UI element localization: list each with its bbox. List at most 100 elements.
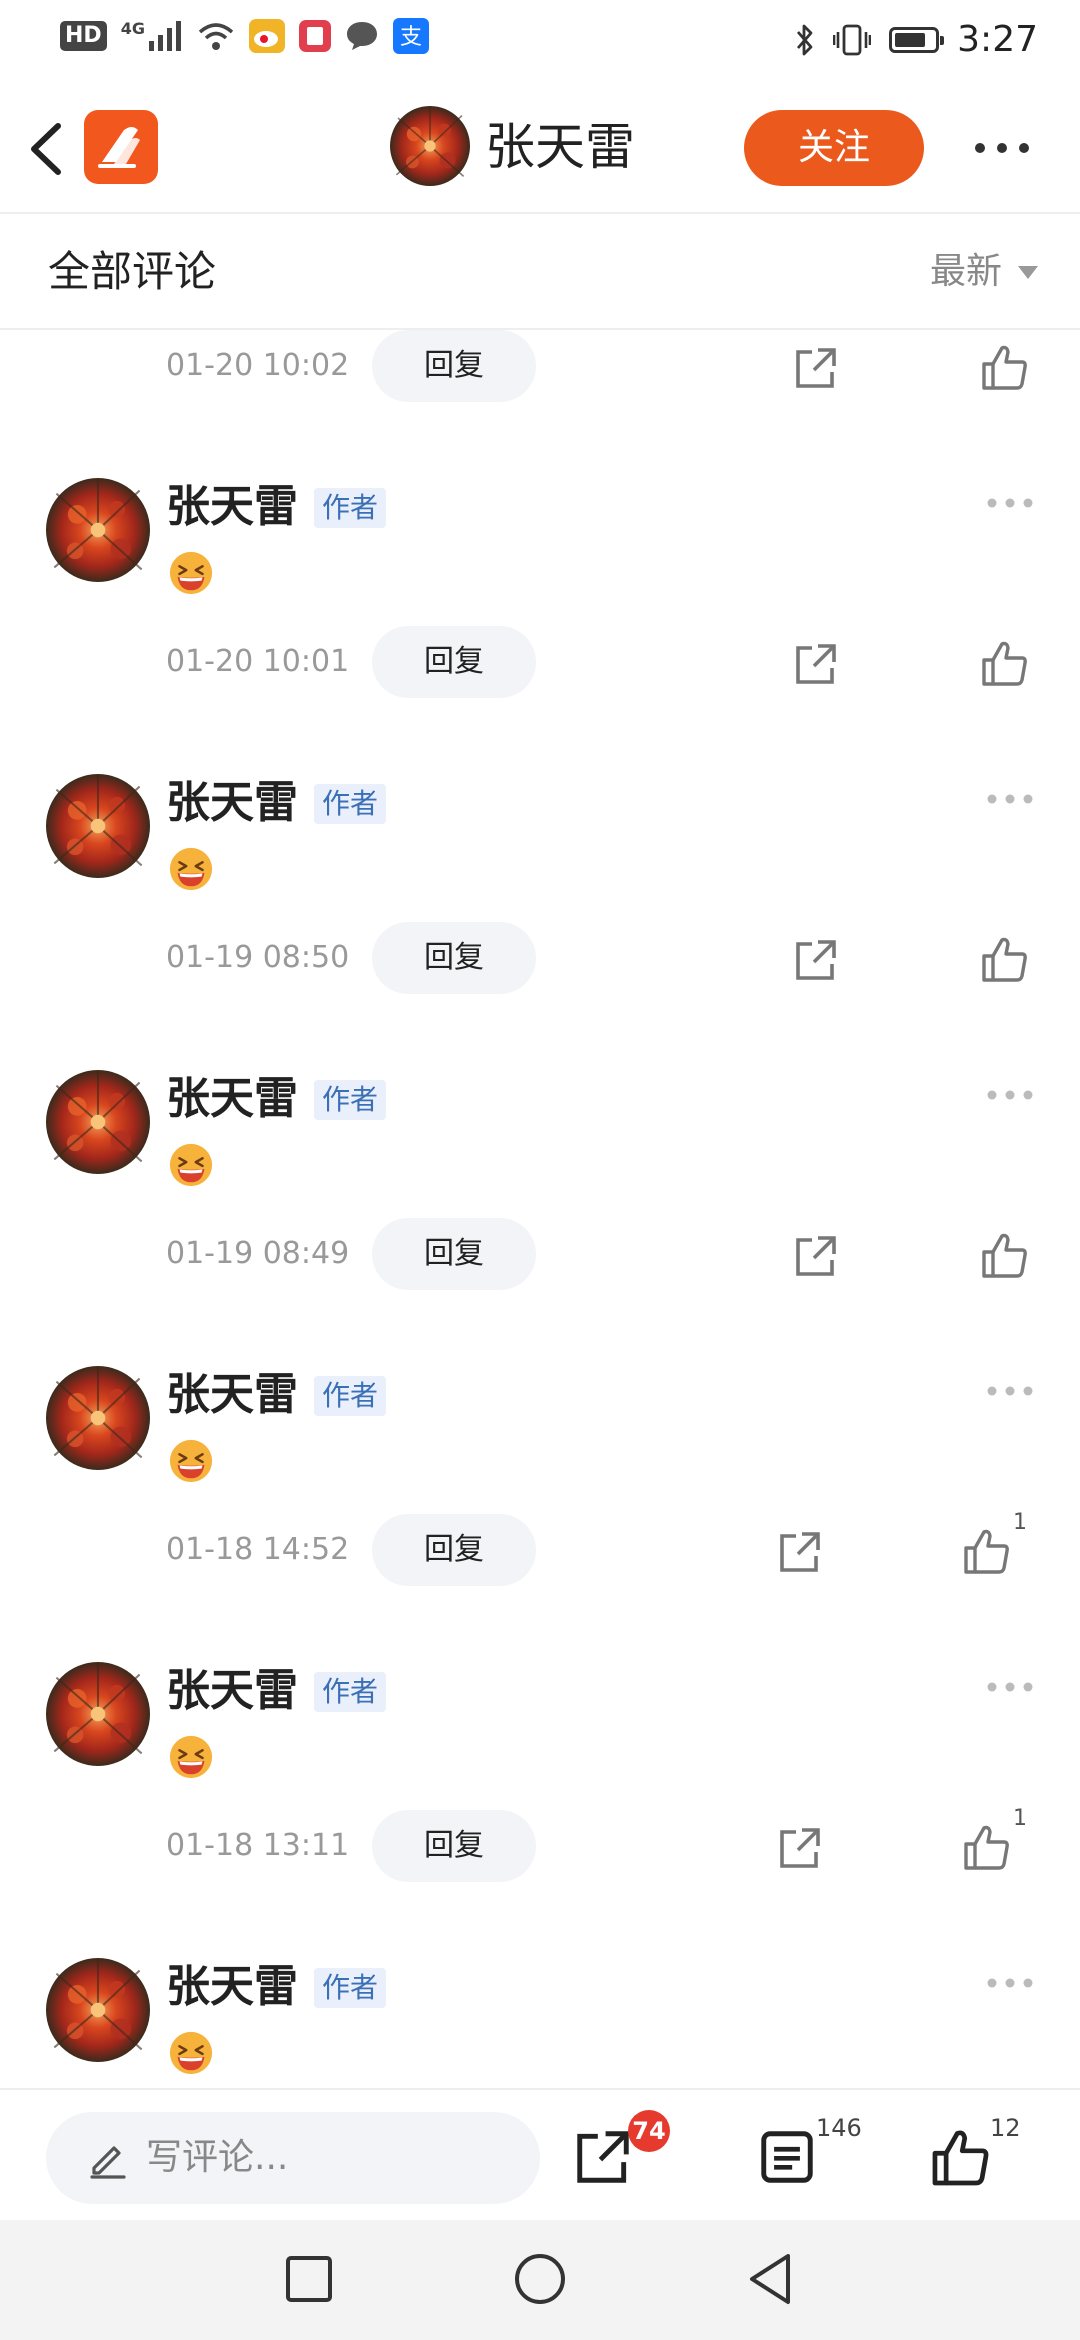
section-title: 全部评论	[48, 247, 217, 296]
svg-text:支: 支	[400, 25, 422, 50]
reply-button[interactable]: 回复	[372, 330, 536, 402]
comment-more-icon[interactable]	[986, 1680, 1034, 1694]
comment-time: 01-18 13:11	[166, 1828, 350, 1863]
commenter-avatar[interactable]	[46, 1958, 150, 2062]
like-icon[interactable]	[980, 934, 1030, 984]
author-badge: 作者	[314, 1376, 387, 1416]
back-nav-icon[interactable]	[740, 2248, 802, 2310]
author-badge: 作者	[314, 784, 387, 824]
share-icon[interactable]	[776, 1528, 824, 1576]
signal-icon: 4G	[121, 21, 183, 51]
like-icon[interactable]	[980, 1230, 1030, 1280]
comments-section-header: 全部评论 最新	[0, 214, 1080, 330]
grinning-squint-emoji-icon	[168, 1142, 214, 1188]
share-count-badge: 74	[628, 2110, 670, 2152]
author-badge: 作者	[314, 1080, 387, 1120]
commenter-name[interactable]: 张天雷	[166, 774, 298, 832]
reply-button[interactable]: 回复	[372, 1514, 536, 1586]
like-icon[interactable]	[980, 342, 1030, 392]
comment-more-icon[interactable]	[986, 1088, 1034, 1102]
comments-list-icon[interactable]	[756, 2126, 818, 2188]
share-icon[interactable]	[792, 344, 840, 392]
vibrate-icon	[833, 24, 872, 56]
recent-apps-icon[interactable]	[278, 2248, 340, 2310]
grinning-squint-emoji-icon	[168, 846, 214, 892]
status-bar: HD 4G 支 3:27	[0, 0, 1080, 84]
author-avatar[interactable]	[390, 106, 470, 186]
bottom-action-bar: 写评论... 74 146 12	[0, 2088, 1080, 2220]
commenter-avatar[interactable]	[46, 478, 150, 582]
share-icon[interactable]	[792, 1232, 840, 1280]
chat-icon	[346, 22, 377, 50]
app-logo-icon	[98, 127, 140, 168]
share-icon[interactable]	[572, 2126, 634, 2188]
comment-list[interactable]: 01-20 10:02 回复 张天雷 作者 01-20 10:01 回复 张天雷…	[0, 330, 1080, 2088]
app-logo[interactable]	[84, 110, 158, 184]
author-badge: 作者	[314, 1672, 387, 1712]
reply-button[interactable]: 回复	[372, 626, 536, 698]
commenter-avatar[interactable]	[46, 1070, 150, 1174]
share-icon[interactable]	[792, 936, 840, 984]
hd-indicator: HD	[60, 21, 107, 51]
commenter-name[interactable]: 张天雷	[166, 478, 298, 536]
comment-meta: 01-20 10:01 回复	[0, 626, 1080, 698]
comment-item: 张天雷 作者 01-20 10:01 回复	[0, 478, 1080, 774]
like-icon[interactable]	[962, 1822, 1012, 1872]
grinning-squint-emoji-icon	[168, 550, 214, 596]
comment-meta: 01-19 08:50 回复	[0, 922, 1080, 994]
caret-down-icon	[1018, 265, 1038, 279]
author-badge: 作者	[314, 1968, 387, 2008]
like-icon[interactable]	[962, 1526, 1012, 1576]
commenter-name[interactable]: 张天雷	[166, 1662, 298, 1720]
like-count: 1	[1013, 1806, 1027, 1831]
write-comment-input[interactable]: 写评论...	[46, 2112, 540, 2204]
sort-label: 最新	[929, 251, 1002, 292]
commenter-name[interactable]: 张天雷	[166, 1958, 298, 2016]
sort-dropdown[interactable]: 最新	[930, 244, 1038, 300]
commenter-avatar[interactable]	[46, 1366, 150, 1470]
like-icon[interactable]	[980, 638, 1030, 688]
reply-button[interactable]: 回复	[372, 1810, 536, 1882]
comment-item: 张天雷 作者 01-19 08:50 回复	[0, 774, 1080, 1070]
follow-button[interactable]: 关注	[744, 110, 924, 186]
commenter-name[interactable]: 张天雷	[166, 1070, 298, 1128]
comment-item: 张天雷 作者	[0, 1958, 1080, 2088]
share-icon[interactable]	[776, 1824, 824, 1872]
clock: 3:27	[957, 19, 1038, 60]
comment-meta: 01-18 14:52 回复 1	[0, 1510, 1080, 1586]
notes-app-icon	[298, 20, 331, 52]
commenter-avatar[interactable]	[46, 774, 150, 878]
commenter-name[interactable]: 张天雷	[166, 1366, 298, 1424]
back-button[interactable]	[20, 116, 76, 182]
reply-button[interactable]: 回复	[372, 1218, 536, 1290]
comment-more-icon[interactable]	[986, 496, 1034, 510]
comment-time: 01-19 08:49	[166, 1236, 350, 1271]
grinning-squint-emoji-icon	[168, 2030, 214, 2076]
alipay-icon: 支	[392, 18, 429, 54]
comment-time: 01-20 10:02	[166, 348, 350, 383]
like-count: 1	[1013, 1510, 1027, 1535]
commenter-avatar[interactable]	[46, 1662, 150, 1766]
home-icon[interactable]	[509, 2248, 571, 2310]
chevron-left-icon	[31, 123, 61, 175]
comment-meta: 01-19 08:49 回复	[0, 1218, 1080, 1290]
reply-button[interactable]: 回复	[372, 922, 536, 994]
grinning-squint-emoji-icon	[168, 1438, 214, 1484]
like-icon[interactable]	[930, 2126, 992, 2188]
battery-icon	[889, 27, 945, 53]
comment-item: 张天雷 作者 01-19 08:49 回复	[0, 1070, 1080, 1366]
author-name[interactable]: 张天雷	[485, 114, 635, 180]
comment-item: 张天雷 作者 01-18 13:11 回复 1	[0, 1662, 1080, 1958]
comment-more-icon[interactable]	[986, 792, 1034, 806]
grinning-squint-emoji-icon	[168, 1734, 214, 1780]
comment-more-icon[interactable]	[986, 1976, 1034, 1990]
share-icon[interactable]	[792, 640, 840, 688]
write-comment-placeholder: 写评论...	[146, 2137, 289, 2178]
comment-time: 01-19 08:50	[166, 940, 350, 975]
more-options-icon[interactable]	[970, 128, 1034, 168]
comment-time: 01-20 10:01	[166, 644, 350, 679]
comment-more-icon[interactable]	[986, 1384, 1034, 1398]
system-navigation-bar	[0, 2220, 1080, 2340]
pencil-icon	[90, 2146, 126, 2179]
comment-item: 张天雷 作者 01-18 14:52 回复 1	[0, 1366, 1080, 1662]
